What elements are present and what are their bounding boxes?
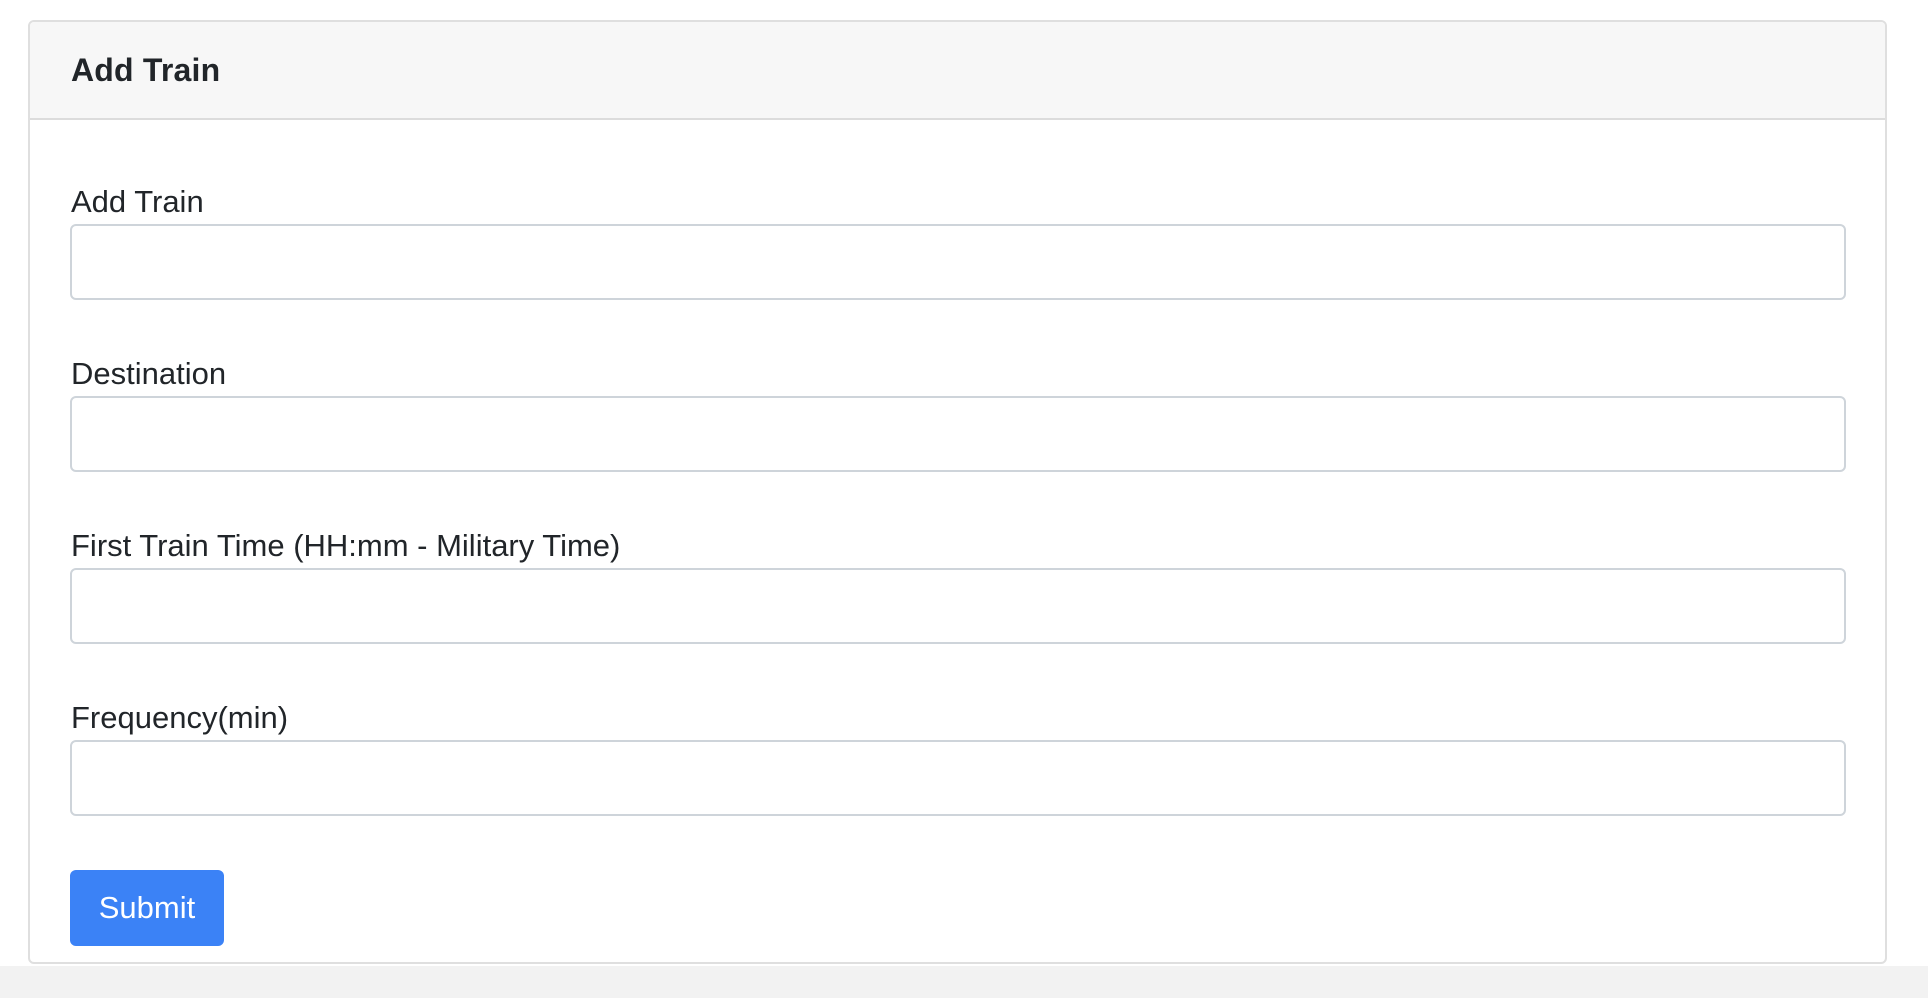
add-train-card: Add Train Add Train Destination First Tr… — [28, 20, 1887, 964]
first-train-time-input[interactable] — [70, 568, 1846, 644]
train-name-input[interactable] — [70, 224, 1846, 300]
card-title: Add Train — [71, 51, 221, 88]
frequency-input[interactable] — [70, 740, 1846, 816]
card-header: Add Train — [30, 22, 1885, 120]
submit-button[interactable]: Submit — [70, 870, 224, 946]
first-train-time-label: First Train Time (HH:mm - Military Time) — [71, 528, 621, 563]
page-bottom-strip — [0, 966, 1928, 998]
destination-label: Destination — [71, 356, 227, 391]
frequency-label: Frequency(min) — [71, 700, 289, 735]
train-name-label: Add Train — [71, 184, 204, 219]
destination-input[interactable] — [70, 396, 1846, 472]
